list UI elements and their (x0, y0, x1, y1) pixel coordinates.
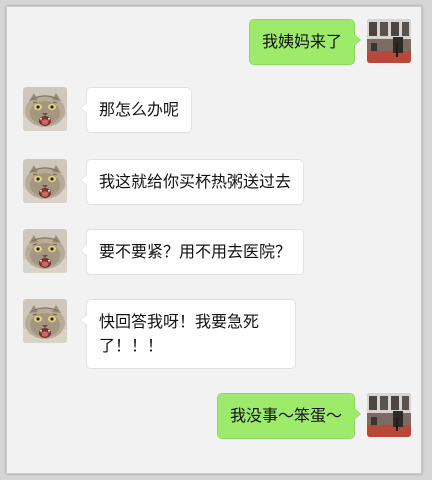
message-row: 那怎么办呢 (7, 87, 421, 137)
contact-avatar[interactable] (23, 87, 67, 131)
contact-avatar[interactable] (23, 299, 67, 343)
message-bubble-incoming[interactable]: 我这就给你买杯热粥送过去 (79, 159, 305, 205)
message-row: 快回答我呀！我要急死了！！！ (7, 299, 421, 371)
message-bubble-incoming[interactable]: 快回答我呀！我要急死了！！！ (80, 299, 296, 369)
cat-avatar-icon (23, 87, 67, 131)
message-row: 我这就给你买杯热粥送过去 (7, 159, 421, 209)
room-photo-avatar-icon (367, 393, 411, 437)
contact-avatar[interactable] (23, 229, 67, 273)
self-avatar[interactable] (367, 19, 411, 63)
cat-avatar-icon (23, 159, 67, 203)
room-photo-avatar-icon (367, 19, 411, 63)
message-bubble-outgoing[interactable]: 我姨妈来了 (248, 19, 362, 65)
screenshot-frame: 我姨妈来了 那怎么办呢 我这就给你买杯热粥送过去 要不要紧？用不用去医院？ 快回… (0, 0, 432, 480)
cat-avatar-icon (23, 299, 67, 343)
message-row: 我姨妈来了 (7, 17, 421, 67)
message-row: 要不要紧？用不用去医院？ (7, 229, 421, 279)
message-bubble-incoming[interactable]: 那怎么办呢 (79, 87, 193, 133)
cat-avatar-icon (23, 229, 67, 273)
message-bubble-outgoing[interactable]: 我没事～笨蛋～ (216, 393, 362, 439)
contact-avatar[interactable] (23, 159, 67, 203)
self-avatar[interactable] (367, 393, 411, 437)
message-bubble-incoming[interactable]: 要不要紧？用不用去医院？ (79, 229, 305, 275)
message-row: 我没事～笨蛋～ (7, 391, 421, 441)
chat-panel: 我姨妈来了 那怎么办呢 我这就给你买杯热粥送过去 要不要紧？用不用去医院？ 快回… (6, 6, 422, 474)
